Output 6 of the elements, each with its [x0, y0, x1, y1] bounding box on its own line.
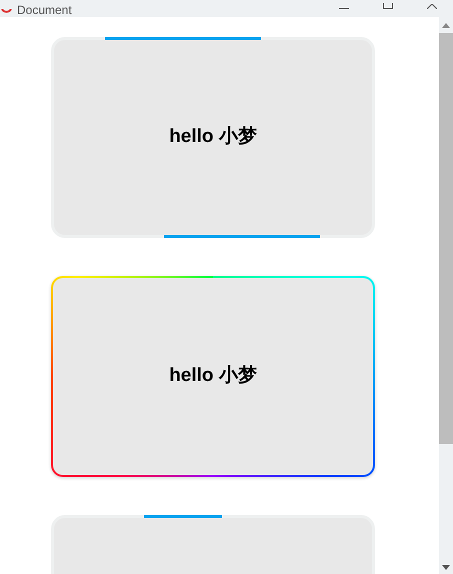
- card-text: hello 小梦: [169, 125, 257, 150]
- card-text: hello 小梦: [169, 364, 257, 388]
- scroll-thumb[interactable]: [439, 33, 453, 444]
- scroll-down-icon[interactable]: [442, 565, 450, 570]
- window-title: Document: [17, 3, 72, 17]
- scroll-up-icon[interactable]: [442, 23, 450, 28]
